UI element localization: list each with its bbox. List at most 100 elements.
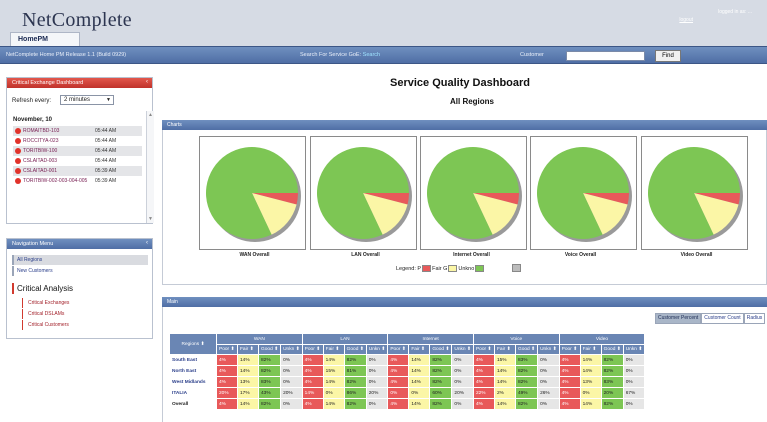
alarm-row[interactable]: ROCCITYA-023 05:44 AM: [13, 136, 142, 146]
customer-count-button[interactable]: Customer Count: [701, 313, 744, 324]
chart-lan[interactable]: [310, 136, 417, 250]
alarm-name[interactable]: TORITBIW-100: [23, 146, 57, 156]
alarm-scrollbar[interactable]: ▲ ▼: [146, 111, 154, 223]
legend-poor-swatch: [422, 265, 432, 272]
chart-legend: Legend: P Fair G Unkno: [396, 265, 485, 272]
chart-voice[interactable]: [530, 136, 637, 250]
alarm-row[interactable]: TORITBIW-002-003-004-005 05:39 AM: [13, 176, 142, 186]
value-cell: 14%: [323, 377, 344, 387]
sub-header-poor[interactable]: Poor ⬍: [302, 345, 323, 354]
region-cell[interactable]: South East: [170, 355, 216, 365]
sub-header-poor[interactable]: Poor ⬍: [388, 345, 409, 354]
sub-header-unkn[interactable]: Unkn ⬍: [538, 345, 559, 354]
value-cell: 0%: [366, 399, 388, 409]
customer-percent-button[interactable]: Customer Percent: [655, 313, 702, 324]
scroll-up-icon[interactable]: ▲: [148, 112, 153, 118]
value-cell: 4%: [217, 366, 237, 376]
alarm-time: 05:39 AM: [95, 168, 117, 174]
value-cell: 83%: [515, 355, 538, 365]
search-label-text: Search For Service GoE:: [300, 52, 362, 58]
sub-header-unkn[interactable]: Unkn ⬍: [281, 345, 302, 354]
logged-in-text: logged in as: ...: [718, 9, 752, 15]
alarm-row[interactable]: ROMAITBD-103 05:44 AM: [13, 126, 142, 136]
alarm-name[interactable]: ROMAITBD-103: [23, 126, 59, 136]
value-cell: 4%: [217, 355, 237, 365]
sub-header-good[interactable]: Good ⬍: [601, 345, 623, 354]
nav-item-new-customers[interactable]: New Customers: [12, 266, 148, 276]
chart-video[interactable]: [641, 136, 748, 250]
radius-button[interactable]: Radius: [743, 313, 766, 324]
nav-item-critical-exchanges[interactable]: Critical Exchanges: [22, 298, 142, 308]
value-cell: 60%: [430, 388, 452, 398]
group-header-lan: LAN: [302, 334, 388, 344]
tab-homepm[interactable]: HomePM: [10, 32, 80, 46]
sub-header-good[interactable]: Good ⬍: [259, 345, 281, 354]
sub-header-unkn[interactable]: Unkn ⬍: [452, 345, 473, 354]
sub-header-fair[interactable]: Fair ⬍: [409, 345, 430, 354]
value-cell: 4%: [559, 366, 580, 376]
table-row: Overall 4% 14% 82% 0% 4% 14% 82% 0% 4% 14% 82% 0% 4% 1…: [170, 399, 645, 409]
page-subtitle: All Regions: [450, 97, 495, 106]
alarm-icon: [15, 158, 21, 164]
scroll-down-icon[interactable]: ▼: [148, 216, 153, 222]
nav-item-critical-dslams[interactable]: Critical DSLAMs: [22, 309, 142, 319]
chart-wan[interactable]: [199, 136, 306, 250]
value-cell: 82%: [601, 355, 623, 365]
alarm-time: 05:44 AM: [95, 158, 117, 164]
alarm-name[interactable]: CSLAITAD-001: [23, 166, 57, 176]
value-cell: 15%: [323, 366, 344, 376]
customer-input[interactable]: [566, 51, 645, 61]
value-cell: 0%: [538, 377, 559, 387]
value-cell: 4%: [217, 399, 237, 409]
collapse-icon[interactable]: ‹: [146, 79, 148, 85]
chart-internet[interactable]: [420, 136, 527, 250]
sub-header-good[interactable]: Good ⬍: [344, 345, 366, 354]
search-link[interactable]: Search: [363, 52, 380, 58]
region-cell: Overall: [172, 401, 189, 407]
sub-header-good[interactable]: Good ⬍: [430, 345, 452, 354]
logout-link[interactable]: logout: [650, 17, 693, 23]
sub-header-poor[interactable]: Poor ⬍: [217, 345, 237, 354]
alarm-icon: [15, 138, 21, 144]
value-cell: 81%: [344, 366, 366, 376]
nav-item-critical-customers[interactable]: Critical Customers: [22, 320, 142, 330]
collapse-icon[interactable]: ‹: [146, 240, 148, 246]
alarm-time: 05:44 AM: [95, 128, 117, 134]
find-button[interactable]: Find: [655, 50, 681, 62]
value-cell: 4%: [388, 366, 409, 376]
nav-item-all-regions[interactable]: All Regions: [12, 255, 148, 265]
value-cell: 20%: [601, 388, 623, 398]
value-cell: 0%: [366, 366, 388, 376]
main-bar: Main: [162, 297, 767, 307]
regions-header[interactable]: Regions ⬍: [170, 334, 216, 354]
alarm-name[interactable]: TORITBIW-002-003-004-005: [23, 176, 87, 186]
sub-header-poor[interactable]: Poor ⬍: [559, 345, 580, 354]
region-cell[interactable]: West Midlands: [170, 377, 216, 387]
value-cell: 0%: [281, 366, 302, 376]
value-cell: 0%: [623, 355, 645, 365]
value-cell: 4%: [388, 399, 409, 409]
value-cell: 4%: [217, 377, 237, 387]
sub-header-fair[interactable]: Fair ⬍: [238, 345, 258, 354]
sub-header-fair[interactable]: Fair ⬍: [580, 345, 601, 354]
value-cell: 0%: [623, 399, 645, 409]
sub-header-unkn[interactable]: Unkn ⬍: [366, 345, 388, 354]
alarm-row[interactable]: TORITBIW-100 05:44 AM: [13, 146, 142, 156]
sub-header-good[interactable]: Good ⬍: [515, 345, 538, 354]
value-cell: 4%: [302, 377, 323, 387]
sort-icon[interactable]: ⬍: [200, 342, 204, 347]
region-cell[interactable]: ITALIA: [170, 388, 216, 398]
value-cell: 14%: [238, 399, 258, 409]
sub-header-fair[interactable]: Fair ⬍: [494, 345, 515, 354]
panel-title: Critical Exchange Dashboard ‹: [7, 78, 152, 88]
alarm-name[interactable]: CSLAITAD-003: [23, 156, 57, 166]
alarm-name[interactable]: ROCCITYA-023: [23, 136, 58, 146]
sub-header-poor[interactable]: Poor ⬍: [473, 345, 494, 354]
alarm-row[interactable]: CSLAITAD-001 05:39 AM: [13, 166, 142, 176]
value-cell: 82%: [515, 366, 538, 376]
alarm-row[interactable]: CSLAITAD-003 05:44 AM: [13, 156, 142, 166]
sub-header-fair[interactable]: Fair ⬍: [323, 345, 344, 354]
refresh-select[interactable]: 2 minutes ▼: [60, 95, 114, 105]
sub-header-unkn[interactable]: Unkn ⬍: [623, 345, 645, 354]
region-cell[interactable]: North East: [170, 366, 216, 376]
